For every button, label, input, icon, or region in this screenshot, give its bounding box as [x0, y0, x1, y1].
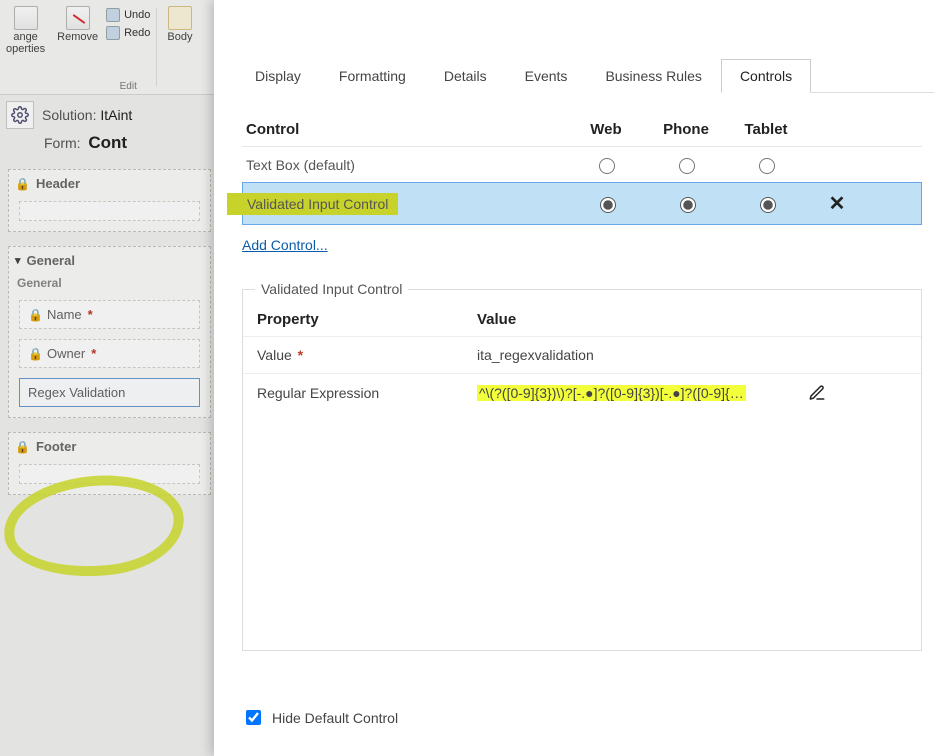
ribbon-divider [156, 8, 157, 86]
section-label: General [27, 253, 75, 268]
form-label: Form: [44, 135, 81, 151]
required-star: * [88, 307, 93, 322]
col-phone: Phone [646, 121, 726, 138]
subsection-label: General [17, 276, 202, 290]
form-row: Form: Cont [0, 133, 219, 161]
control-name: Text Box (default) [246, 157, 566, 173]
property-value: ita_regexvalidation [477, 347, 787, 363]
tab-events[interactable]: Events [506, 59, 587, 93]
ribbon-label: Undo [124, 9, 150, 21]
tab-display[interactable]: Display [236, 59, 320, 93]
tab-business-rules[interactable]: Business Rules [586, 59, 721, 93]
form-editor-pane: ange operties Remove Undo Redo [0, 0, 220, 756]
dialog-tabs: Display Formatting Details Events Busine… [236, 58, 934, 93]
property-value: ^\(?([0-9]{3})\)?[-.●]?([0-9]{3})[-.●]?(… [477, 385, 746, 401]
field-name[interactable]: 🔒 Name * [19, 300, 200, 329]
undo-icon [106, 8, 120, 22]
col-property: Property [257, 311, 477, 328]
general-section[interactable]: ▾ General General 🔒 Name * 🔒 Owner * Reg… [8, 246, 211, 418]
field-label: Regex Validation [28, 385, 125, 400]
radio-phone[interactable] [679, 158, 695, 174]
property-row-regex[interactable]: Regular Expression ^\(?([0-9]{3})\)?[-.●… [243, 373, 921, 412]
property-name: Regular Expression [257, 385, 477, 401]
fieldset-legend: Validated Input Control [255, 281, 408, 297]
lock-icon: 🔒 [15, 177, 30, 191]
ribbon-item-change-properties[interactable]: ange operties [0, 2, 51, 94]
lock-icon: 🔒 [15, 440, 30, 454]
field-properties-dialog: Display Formatting Details Events Busine… [214, 0, 950, 756]
ribbon-group-label: Edit [120, 81, 137, 94]
ribbon-label: Redo [124, 27, 150, 39]
radio-phone[interactable] [680, 197, 696, 213]
ribbon-item-remove[interactable]: Remove [51, 2, 104, 94]
ribbon-undo-redo-group: Undo Redo Edit [104, 2, 152, 94]
ribbon-redo[interactable]: Redo [106, 26, 150, 40]
add-control-link[interactable]: Add Control... [242, 237, 328, 253]
ribbon-label: ange operties [6, 31, 45, 55]
controls-grid: Control Web Phone Tablet Text Box (defau… [242, 113, 922, 225]
body-icon [168, 6, 192, 30]
hide-default-row[interactable]: Hide Default Control [242, 707, 398, 728]
required-star: * [91, 346, 96, 361]
footer-section[interactable]: 🔒 Footer [8, 432, 211, 495]
hide-default-label: Hide Default Control [272, 710, 398, 726]
control-row-textbox[interactable]: Text Box (default) [242, 146, 922, 182]
footer-placeholder[interactable] [19, 464, 200, 484]
property-row-value[interactable]: Value * ita_regexvalidation [243, 336, 921, 373]
lock-icon: 🔒 [28, 308, 43, 322]
remove-icon [66, 6, 90, 30]
ribbon: ange operties Remove Undo Redo [0, 0, 219, 95]
header-section[interactable]: 🔒 Header [8, 169, 211, 232]
remove-control-button[interactable]: ✕ [807, 191, 867, 216]
solution-row: Solution: ItAint [0, 95, 219, 133]
radio-web[interactable] [600, 197, 616, 213]
col-control: Control [246, 121, 566, 138]
solution-label: Solution: [42, 107, 96, 123]
solution-name: ItAint [100, 107, 132, 123]
col-tablet: Tablet [726, 121, 806, 138]
control-properties-fieldset: Validated Input Control Property Value V… [242, 281, 922, 651]
property-name: Value [257, 347, 292, 363]
col-web: Web [566, 121, 646, 138]
redo-icon [106, 26, 120, 40]
form-name: Cont [88, 133, 127, 152]
control-row-validated-input[interactable]: Validated Input Control ✕ [242, 182, 922, 225]
ribbon-undo[interactable]: Undo [106, 8, 150, 22]
required-star: * [298, 347, 303, 363]
field-regex-validation[interactable]: Regex Validation [19, 378, 200, 407]
col-value: Value [477, 311, 787, 328]
field-owner[interactable]: 🔒 Owner * [19, 339, 200, 368]
tab-controls[interactable]: Controls [721, 59, 811, 93]
chevron-down-icon[interactable]: ▾ [15, 254, 21, 267]
properties-icon [14, 6, 38, 30]
section-label: Footer [36, 439, 76, 454]
header-placeholder[interactable] [19, 201, 200, 221]
tab-details[interactable]: Details [425, 59, 506, 93]
controls-panel: Control Web Phone Tablet Text Box (defau… [242, 113, 922, 253]
edit-property-button[interactable] [787, 384, 847, 402]
ribbon-label: Remove [57, 31, 98, 43]
radio-tablet[interactable] [760, 197, 776, 213]
ribbon-label: Body [167, 31, 192, 43]
tab-formatting[interactable]: Formatting [320, 59, 425, 93]
section-label: Header [36, 176, 80, 191]
hide-default-checkbox[interactable] [246, 710, 261, 725]
control-name: Validated Input Control [247, 196, 567, 212]
lock-icon: 🔒 [28, 347, 43, 361]
radio-web[interactable] [599, 158, 615, 174]
gear-icon [6, 101, 34, 129]
radio-tablet[interactable] [759, 158, 775, 174]
ribbon-item-body[interactable]: Body [161, 2, 198, 94]
field-label: Owner [47, 346, 85, 361]
field-label: Name [47, 307, 82, 322]
